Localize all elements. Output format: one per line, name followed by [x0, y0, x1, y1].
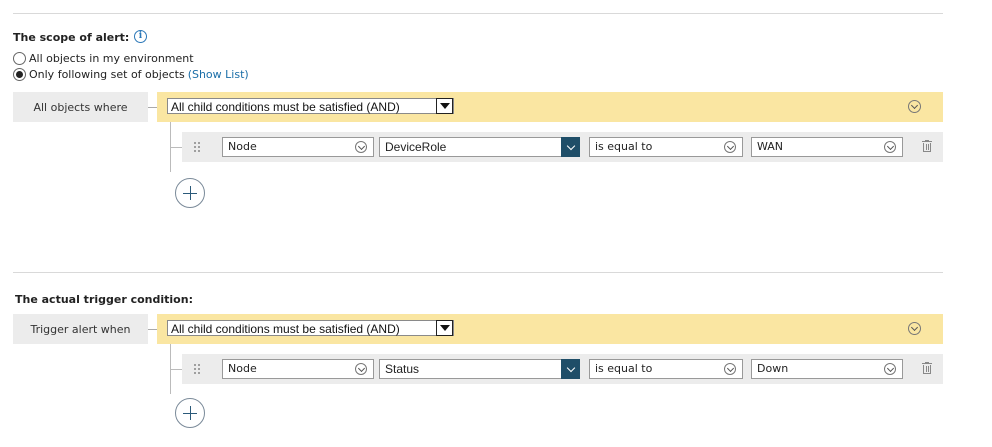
scope-group-select[interactable]: All child conditions must be satisfied (…: [167, 98, 454, 114]
scope-title: The scope of alert:: [13, 31, 130, 44]
operator-select[interactable]: is equal to: [589, 137, 743, 157]
add-condition-button[interactable]: [175, 178, 205, 208]
trigger-group-bar: All child conditions must be satisfied (…: [157, 314, 943, 344]
entity-select[interactable]: Node: [222, 359, 374, 379]
value-select[interactable]: Down: [751, 359, 903, 379]
property-select[interactable]: Status: [379, 359, 580, 379]
trigger-title: The actual trigger condition:: [15, 293, 193, 306]
scope-condition-row: Node DeviceRole is equal to WAN: [182, 132, 943, 162]
scope-left-label: All objects where: [13, 92, 148, 122]
value-value: WAN: [757, 140, 784, 153]
chevron-down-icon[interactable]: [355, 141, 367, 153]
info-icon[interactable]: i: [134, 30, 147, 43]
radio-button-selected[interactable]: [13, 68, 26, 81]
radio-button[interactable]: [13, 52, 26, 65]
radio-following-objects[interactable]: Only following set of objects (Show List…: [13, 68, 249, 81]
trigger-group-select[interactable]: All child conditions must be satisfied (…: [167, 320, 454, 336]
chevron-down-icon[interactable]: [355, 363, 367, 375]
show-list-link[interactable]: (Show List): [188, 68, 249, 81]
chevron-down-icon[interactable]: [436, 320, 453, 336]
property-value: DeviceRole: [385, 140, 447, 154]
trigger-condition-row: Node Status is equal to Down: [182, 354, 943, 384]
operator-value: is equal to: [595, 362, 653, 375]
trash-icon[interactable]: [922, 140, 932, 153]
chevron-down-icon[interactable]: [436, 98, 453, 114]
trash-icon[interactable]: [922, 362, 932, 375]
radio-following-objects-label: Only following set of objects: [29, 68, 185, 81]
entity-select[interactable]: Node: [222, 137, 374, 157]
section-divider: [13, 272, 943, 273]
chevron-down-icon[interactable]: [884, 141, 896, 153]
drag-handle-icon[interactable]: [193, 141, 201, 153]
operator-select[interactable]: is equal to: [589, 359, 743, 379]
connector-line: [148, 107, 157, 108]
chevron-down-icon[interactable]: [884, 363, 896, 375]
property-value: Status: [385, 362, 420, 376]
connector-line: [148, 329, 157, 330]
property-select[interactable]: DeviceRole: [379, 137, 580, 157]
collapse-chevron-icon[interactable]: [908, 322, 921, 335]
value-select[interactable]: WAN: [751, 137, 903, 157]
trigger-left-label: Trigger alert when: [13, 314, 148, 344]
top-divider: [13, 13, 943, 14]
chevron-down-icon[interactable]: [561, 137, 580, 157]
value-value: Down: [757, 362, 789, 375]
entity-value: Node: [228, 140, 257, 153]
drag-handle-icon[interactable]: [193, 363, 201, 375]
entity-value: Node: [228, 362, 257, 375]
radio-all-objects[interactable]: All objects in my environment: [13, 52, 194, 65]
chevron-down-icon[interactable]: [724, 141, 736, 153]
radio-all-objects-label: All objects in my environment: [29, 52, 194, 65]
scope-group-select-value: All child conditions must be satisfied (…: [171, 100, 400, 114]
trigger-group-select-value: All child conditions must be satisfied (…: [171, 322, 400, 336]
tree-branch: [170, 147, 182, 148]
collapse-chevron-icon[interactable]: [908, 100, 921, 113]
tree-branch: [170, 369, 182, 370]
chevron-down-icon[interactable]: [724, 363, 736, 375]
scope-group-bar: All child conditions must be satisfied (…: [157, 92, 943, 122]
operator-value: is equal to: [595, 140, 653, 153]
chevron-down-icon[interactable]: [561, 359, 580, 379]
add-condition-button[interactable]: [175, 398, 205, 428]
